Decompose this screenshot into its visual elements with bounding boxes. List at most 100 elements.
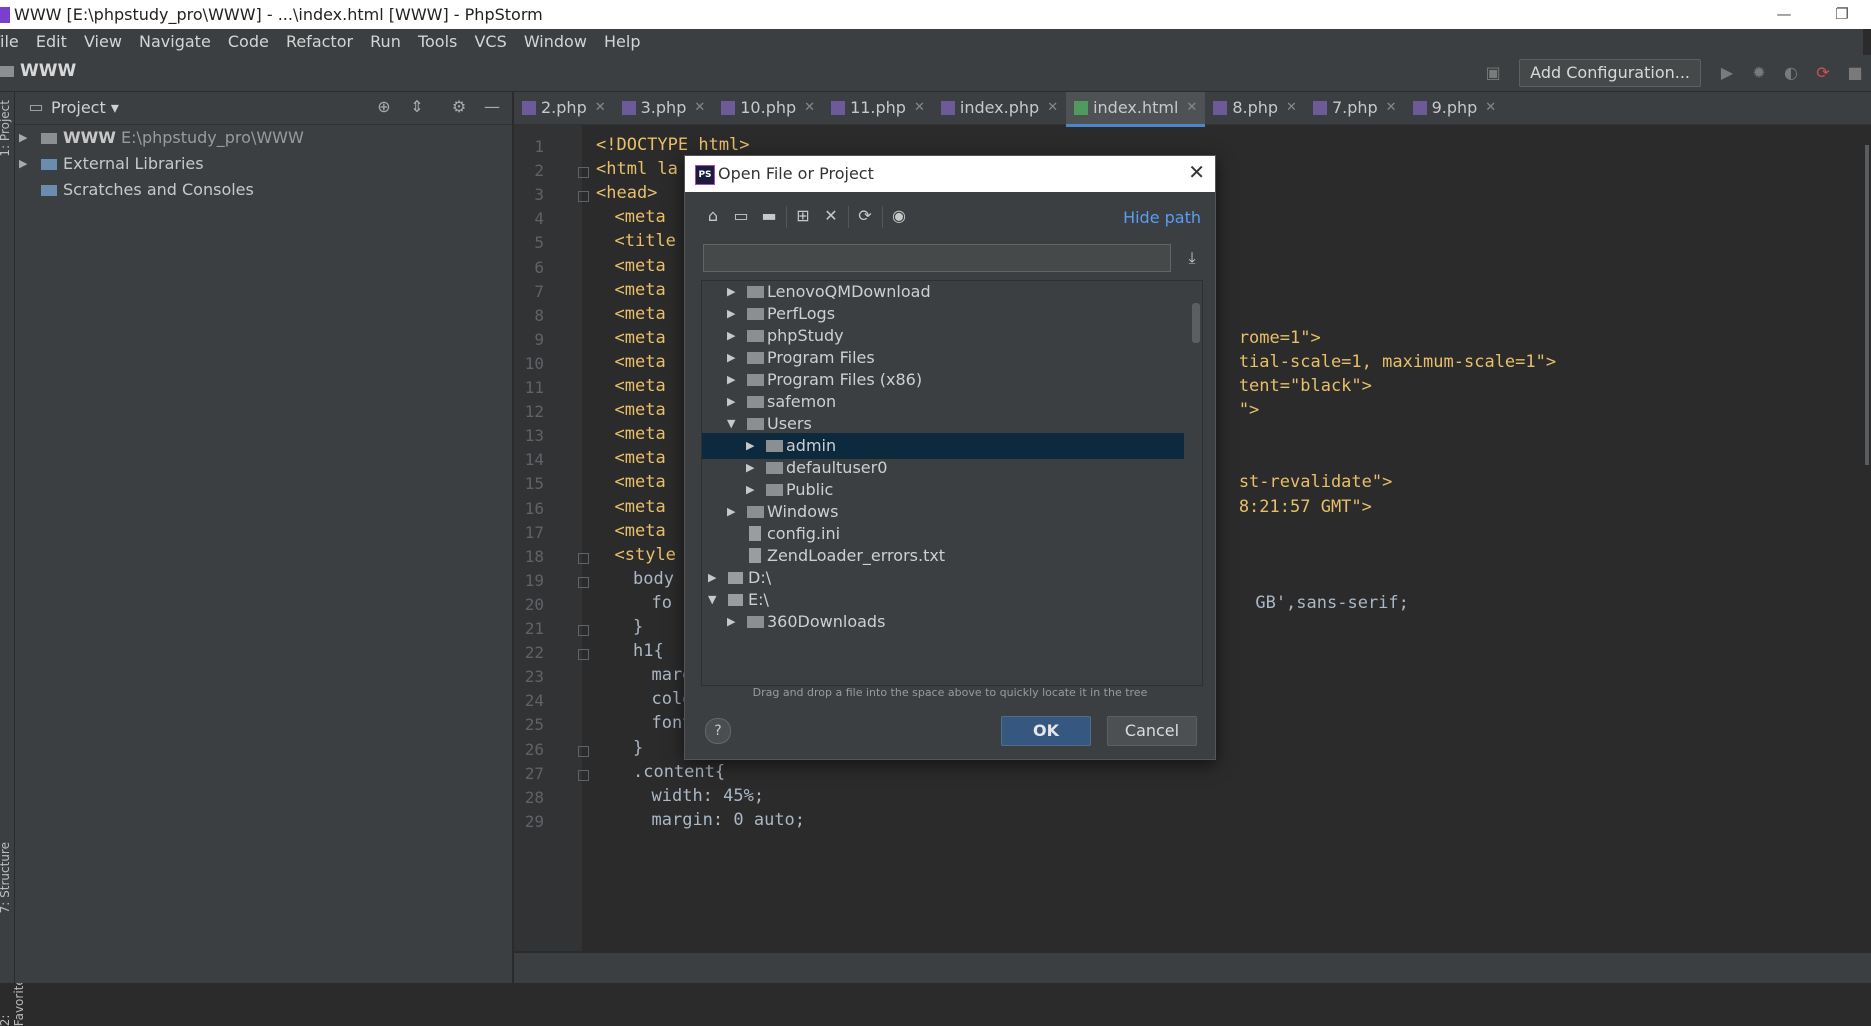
- menu-navigate[interactable]: Navigate: [139, 32, 211, 51]
- tab-11-php[interactable]: 11.php ✕: [823, 92, 933, 124]
- tab-label: 7.php: [1331, 98, 1378, 117]
- menu-edit[interactable]: Edit: [36, 32, 67, 51]
- close-icon[interactable]: ✕: [694, 92, 705, 124]
- folder-icon: [0, 65, 14, 77]
- tab-label: 8.php: [1232, 98, 1279, 117]
- project-tool-tab[interactable]: 1: Project: [0, 100, 12, 157]
- fold-marker-icon[interactable]: [578, 552, 589, 564]
- chevron-right-icon[interactable]: ▶: [19, 151, 27, 177]
- file-tree-item[interactable]: ▶ 360Downloads: [702, 609, 1184, 635]
- line-number: 24: [524, 691, 544, 711]
- menu-refactor[interactable]: Refactor: [286, 32, 353, 51]
- tab-3-php[interactable]: 3.php ✕: [614, 92, 714, 124]
- tab-10-php[interactable]: 10.php ✕: [713, 92, 823, 124]
- editor-scrollbar[interactable]: [1863, 125, 1871, 951]
- close-icon[interactable]: ✕: [1286, 92, 1297, 124]
- refresh-icon[interactable]: ⟳: [855, 206, 875, 226]
- fold-marker-icon[interactable]: [578, 625, 589, 636]
- debug-icon[interactable]: ✹: [1749, 63, 1769, 83]
- menu-window[interactable]: Window: [524, 32, 587, 51]
- code-line: }: [633, 737, 644, 758]
- tab-label: 11.php: [850, 98, 906, 117]
- structure-tool-tab[interactable]: 7: Structure: [0, 842, 12, 913]
- code-line: <meta: [614, 424, 666, 445]
- locate-icon[interactable]: ⊕: [375, 98, 393, 116]
- path-input[interactable]: [703, 244, 1171, 272]
- stop-icon[interactable]: ■: [1845, 63, 1865, 83]
- code-line: <html la: [596, 159, 678, 180]
- home-icon[interactable]: ⌂: [703, 206, 723, 226]
- close-icon[interactable]: ✕: [595, 92, 606, 124]
- fold-marker-icon[interactable]: [578, 745, 589, 757]
- scrollbar-thumb[interactable]: [1865, 145, 1869, 465]
- fold-marker-icon[interactable]: [578, 649, 589, 661]
- desktop-icon[interactable]: ▭: [731, 206, 751, 226]
- close-icon[interactable]: ✕: [1047, 92, 1058, 124]
- coverage-icon[interactable]: ◐: [1781, 63, 1801, 83]
- file-tree-scrollbar-thumb[interactable]: [1192, 303, 1200, 343]
- run-icon[interactable]: ▶: [1717, 63, 1737, 83]
- close-icon[interactable]: ✕: [1386, 92, 1397, 124]
- close-icon[interactable]: ✕: [1188, 160, 1205, 184]
- ok-button[interactable]: OK: [1001, 716, 1091, 746]
- menu-vcs[interactable]: VCS: [474, 32, 506, 51]
- download-icon[interactable]: ⤓: [1183, 248, 1201, 268]
- tab-9-php[interactable]: 9.php ✕: [1405, 92, 1505, 124]
- tab-index-html[interactable]: index.html ✕: [1066, 92, 1206, 127]
- tab-label: index.html: [1093, 98, 1179, 117]
- hide-path-link[interactable]: Hide path: [1123, 208, 1201, 227]
- close-icon[interactable]: ✕: [914, 92, 925, 124]
- breadcrumb[interactable]: WWW: [0, 61, 76, 81]
- menu-code[interactable]: Code: [228, 32, 269, 51]
- line-number: 8: [534, 305, 544, 325]
- folder-icon: [747, 418, 764, 430]
- collapse-all-icon[interactable]: ⇕: [408, 98, 426, 116]
- tree-item-external-libraries[interactable]: ▶ External Libraries: [15, 151, 512, 177]
- chevron-right-icon[interactable]: ▶: [19, 125, 27, 151]
- project-folder-icon[interactable]: ▬: [759, 206, 779, 226]
- fold-marker-icon[interactable]: [578, 191, 589, 203]
- tree-item-scratches[interactable]: Scratches and Consoles: [15, 177, 512, 203]
- help-button[interactable]: ?: [705, 718, 731, 744]
- folder-icon: [747, 506, 764, 518]
- cancel-button[interactable]: Cancel: [1107, 716, 1197, 746]
- code-line: <head>: [596, 183, 658, 204]
- project-view-selector[interactable]: Project ▾: [51, 98, 119, 117]
- tab-8-php[interactable]: 8.php ✕: [1205, 92, 1305, 124]
- menu-tools[interactable]: Tools: [418, 32, 457, 51]
- code-line: <meta: [614, 448, 666, 469]
- code-line: <meta: [614, 279, 666, 300]
- code-line: h1{: [633, 641, 664, 662]
- show-hidden-icon[interactable]: ◉: [889, 206, 909, 226]
- open-file-dialog: PS Open File or Project ✕ ⌂ ▭ ▬ ⊞ ✕ ⟳ ◉ …: [684, 155, 1216, 760]
- tab-7-php[interactable]: 7.php ✕: [1305, 92, 1405, 124]
- file-tree[interactable]: ▶ LenovoQMDownload ▶ PerfLogs ▶ phpStudy ▶ Prog…: [701, 280, 1203, 686]
- restore-button[interactable]: ❐: [1813, 0, 1871, 29]
- tab-2-php[interactable]: 2.php ✕: [514, 92, 614, 124]
- minimize-button[interactable]: —: [1755, 0, 1813, 29]
- fold-marker-icon[interactable]: [578, 167, 589, 179]
- breadcrumb-www: WWW: [20, 61, 77, 81]
- fold-marker-icon[interactable]: [578, 576, 589, 588]
- chevron-right-icon[interactable]: ▶: [727, 609, 735, 635]
- gear-icon[interactable]: ⚙: [450, 98, 468, 116]
- menu-run[interactable]: Run: [370, 32, 401, 51]
- navigation-bar: WWW ▣ Add Configuration... ▶ ✹ ◐ ⟳ ■: [0, 55, 1871, 92]
- terminal-icon[interactable]: ▣: [1483, 63, 1503, 83]
- code-line: <meta: [614, 207, 666, 228]
- add-configuration-button[interactable]: Add Configuration...: [1519, 59, 1701, 87]
- fold-marker-icon[interactable]: [578, 769, 589, 781]
- delete-icon[interactable]: ✕: [821, 206, 841, 226]
- menu-view[interactable]: View: [84, 32, 122, 51]
- tree-item-www[interactable]: ▶ WWW E:\phpstudy_pro\WWW: [15, 125, 512, 151]
- menu-help[interactable]: Help: [604, 32, 640, 51]
- profile-icon[interactable]: ⟳: [1813, 63, 1833, 83]
- hide-icon[interactable]: —: [483, 98, 501, 116]
- close-icon[interactable]: ✕: [804, 92, 815, 124]
- new-folder-icon[interactable]: ⊞: [793, 206, 813, 226]
- menu-file[interactable]: File: [0, 32, 19, 51]
- line-number: 11: [524, 378, 544, 397]
- tab-index-php[interactable]: index.php ✕: [933, 92, 1066, 124]
- close-icon[interactable]: ✕: [1485, 92, 1496, 124]
- close-icon[interactable]: ✕: [1186, 92, 1197, 124]
